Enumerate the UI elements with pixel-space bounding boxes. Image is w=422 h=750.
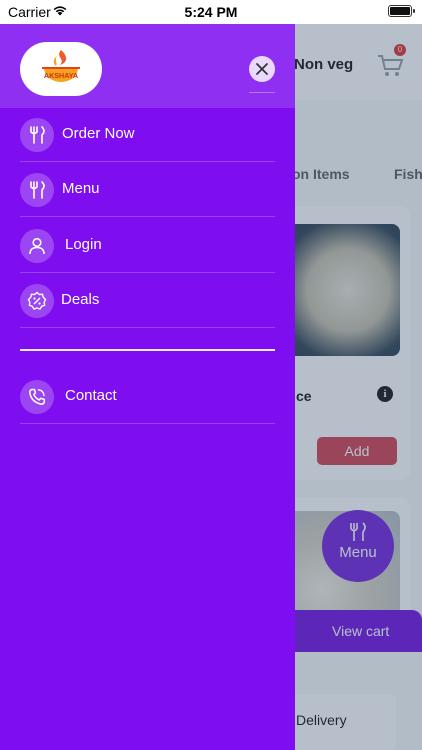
navigation-drawer: AKSHAYA Order Now Menu Login Deals Conta… [0,24,295,750]
clock: 5:24 PM [184,4,238,20]
cutlery-icon [20,118,54,152]
drawer-item-label: Order Now [62,125,135,142]
menu-divider [20,423,275,424]
menu-divider [20,216,275,217]
restaurant-logo: AKSHAYA [20,42,102,96]
drawer-item-label: Login [65,236,102,253]
menu-divider [20,161,275,162]
battery-icon [388,5,415,17]
header-divider [249,92,275,93]
drawer-item-label: Deals [61,291,100,308]
percent-badge-icon [20,284,54,318]
drawer-item-deals[interactable]: Deals [20,274,275,328]
section-divider [20,349,275,351]
logo-text: AKSHAYA [44,71,78,80]
menu-divider [20,272,275,273]
drawer-item-contact[interactable]: Contact [20,370,275,424]
drawer-item-label: Menu [62,180,100,197]
user-icon [20,229,54,263]
drawer-item-menu[interactable]: Menu [20,163,275,217]
drawer-item-order-now[interactable]: Order Now [20,108,275,162]
cutlery-icon [20,173,54,207]
phone-icon [20,380,54,414]
close-drawer-button[interactable] [249,56,275,82]
menu-divider [20,327,275,328]
drawer-header: AKSHAYA [0,24,295,108]
status-bar: Carrier 5:24 PM [0,0,422,24]
close-icon [256,63,268,75]
logo-image: AKSHAYA [42,50,80,82]
drawer-item-label: Contact [65,387,117,404]
drawer-item-login[interactable]: Login [20,219,275,273]
